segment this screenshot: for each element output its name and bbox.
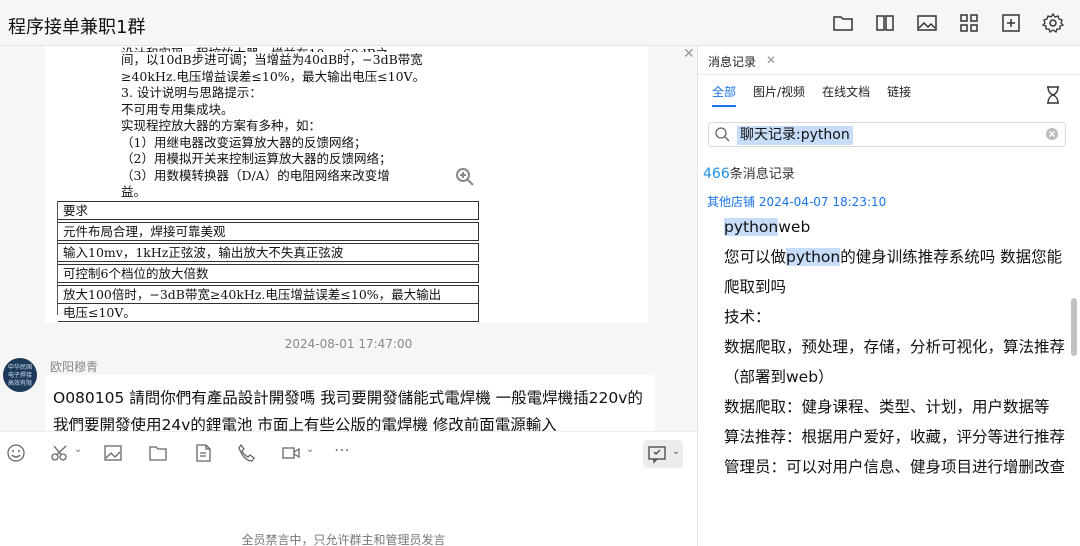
settings-icon[interactable]: [1042, 12, 1064, 34]
document-icon[interactable]: [193, 443, 213, 463]
filter-links[interactable]: 链接: [887, 83, 911, 107]
folder-icon[interactable]: [832, 12, 854, 34]
chat-pane[interactable]: 设计和实现一程控放大器，增益在10 ~ 60dB之 间，以10dB步进可调；当增…: [0, 46, 697, 431]
message-bubble[interactable]: O080105 請問你們有產品設計開發嗎 我司要開發儲能式電焊機 一般電焊機插2…: [45, 375, 655, 431]
history-panel: 消息记录 ✕ 全部 图片/视频 在线文档 链接 聊天记录:python 466条…: [698, 46, 1080, 546]
clear-icon[interactable]: [1044, 126, 1060, 142]
table-row: 输入10mv，1kHz正弦波，输出放大不失真正弦波: [58, 243, 479, 262]
search-icon: [715, 127, 730, 142]
image-message[interactable]: 设计和实现一程控放大器，增益在10 ~ 60dB之 间，以10dB步进可调；当增…: [45, 46, 648, 323]
image-line: 间，以10dB步进可调；当增益为40dB时，−3dB带宽: [121, 52, 423, 67]
result-meta[interactable]: 其他店铺 2024-04-07 18:23:10: [707, 193, 886, 210]
filter-tabs: 全部 图片/视频 在线文档 链接: [712, 83, 911, 107]
group-title: 程序接单兼职1群: [8, 17, 146, 38]
avatar[interactable]: 中华民国电子焊接高效有限: [3, 358, 37, 392]
filter-media[interactable]: 图片/视频: [753, 83, 805, 107]
more-icon[interactable]: ⋯: [334, 440, 350, 459]
result-line: 技术：: [724, 308, 771, 326]
scissors-icon[interactable]: [50, 443, 70, 463]
phone-icon[interactable]: [236, 443, 256, 463]
close-icon[interactable]: ✕: [766, 53, 776, 67]
highlight: python: [786, 248, 841, 266]
table-row: 放大100倍时，−3dB带宽≥40kHz.电压增益误差≤10%，最大输出: [58, 285, 479, 304]
sender-name[interactable]: 欧阳穆青: [50, 358, 98, 375]
hourglass-icon[interactable]: [1045, 86, 1061, 104]
search-input[interactable]: 聊天记录:python: [708, 122, 1066, 147]
filter-docs[interactable]: 在线文档: [822, 83, 870, 107]
search-value: 聊天记录:python: [737, 126, 853, 145]
result-count-label: 条消息记录: [729, 167, 795, 182]
requirements-table: 要求 元件布局合理，焊接可靠美观 输入10mv，1kHz正弦波，输出放大不失真正…: [57, 201, 479, 322]
message-timestamp: 2024-08-01 17:47:00: [284, 337, 413, 351]
table-row: 电压≤10V。: [58, 304, 479, 322]
image-icon[interactable]: [103, 443, 123, 463]
image-text-block: 设计和实现一程控放大器，增益在10 ~ 60dB之 间，以10dB步进可调；当增…: [57, 46, 479, 199]
image-line: （1）用继电器改变运算放大器的反馈网络；: [121, 134, 367, 150]
close-icon[interactable]: ✕: [683, 46, 695, 62]
chevron-down-icon[interactable]: ⌄: [306, 444, 314, 455]
image-line: （2）用模拟开关来控制运算放大器的反馈网络；: [121, 151, 392, 166]
image-line: （3）用数模转换器（D/A）的电阻网络来改变增: [121, 167, 390, 183]
message-input[interactable]: 全员禁言中，只允许群主和管理员发言: [0, 473, 697, 546]
tab-history[interactable]: 消息记录: [708, 53, 756, 70]
table-row: 可控制6个档位的放大倍数: [58, 264, 479, 283]
table-row: 要求: [58, 201, 479, 220]
result-line: pythonweb: [724, 218, 811, 236]
image-line: ≥40kHz.电压增益误差≤10%，最大输出电压≤10V。: [121, 68, 426, 84]
result-count: 466条消息记录: [703, 163, 795, 182]
result-line: 数据爬取，预处理，存储，分析可视化，算法推荐（部署到web）: [724, 338, 1066, 386]
apps-grid-icon[interactable]: [958, 12, 980, 34]
emoji-icon[interactable]: [6, 443, 26, 463]
send-mode-button[interactable]: ⌄: [643, 440, 683, 468]
add-frame-icon[interactable]: [1000, 12, 1022, 34]
result-line: 管理员：可以对用户信息、健身项目进行增删改查: [724, 458, 1066, 476]
image-line: 实现程控放大器的方案有多种，如：: [121, 118, 322, 133]
folder-icon[interactable]: [148, 443, 168, 463]
table-row: 元件布局合理，焊接可靠美观: [58, 222, 479, 241]
zoom-in-icon[interactable]: [454, 166, 476, 188]
image-line: 3. 设计说明与思路提示：: [121, 85, 262, 100]
highlight: python: [724, 218, 779, 236]
input-toolbar: ⌄ ⌄ ⋯ ⌄: [0, 431, 697, 473]
filter-all[interactable]: 全部: [712, 83, 737, 107]
result-line: 您可以做python的健身训练推荐系统吗 数据您能爬取到吗: [724, 248, 1063, 296]
image-line: 益。: [121, 184, 147, 199]
image-icon[interactable]: [916, 12, 938, 34]
top-toolbar: [832, 12, 1064, 34]
result-line: 数据爬取：健身课程、类型、计划，用户数据等: [724, 398, 1050, 416]
book-icon[interactable]: [874, 12, 896, 34]
search-result[interactable]: pythonweb 您可以做python的健身训练推荐系统吗 数据您能爬取到吗 …: [724, 212, 1070, 482]
chevron-down-icon: ⌄: [672, 446, 681, 457]
image-line: 不可用专用集成块。: [121, 101, 234, 117]
video-icon[interactable]: [281, 443, 301, 463]
scrollbar[interactable]: [1071, 298, 1077, 356]
mute-notice: 全员禁言中，只允许群主和管理员发言: [241, 533, 446, 546]
result-count-number: 466: [703, 166, 730, 182]
title-bar: 程序接单兼职1群: [0, 0, 1080, 46]
chevron-down-icon[interactable]: ⌄: [74, 444, 82, 455]
result-line: 算法推荐：根据用户爱好，收藏，评分等进行推荐: [724, 428, 1066, 446]
chat-bubble-icon: [648, 446, 666, 464]
